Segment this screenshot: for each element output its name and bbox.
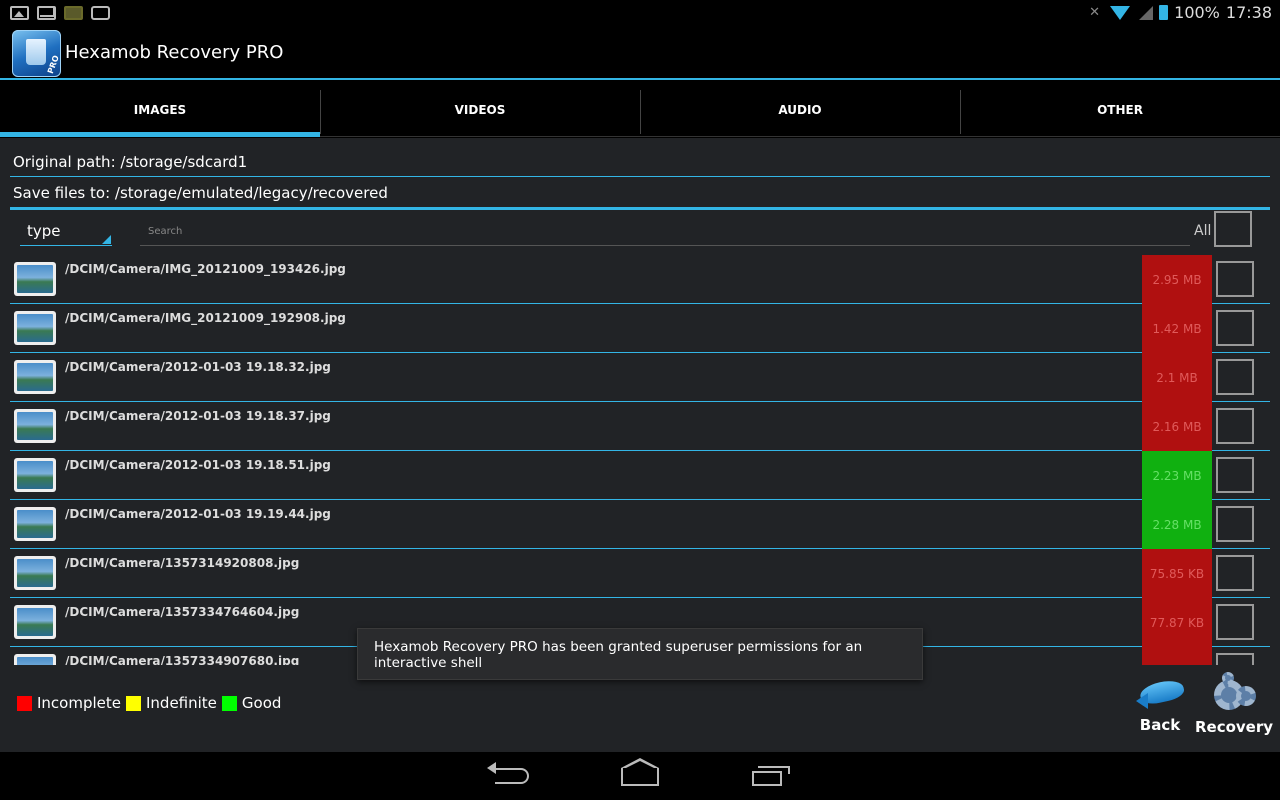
back-button-label: Back xyxy=(1139,716,1181,734)
action-bar: PRO Hexamob Recovery PRO xyxy=(0,25,1280,80)
gears-icon xyxy=(1212,672,1256,714)
file-checkbox[interactable] xyxy=(1216,457,1254,493)
search-input[interactable]: Search xyxy=(140,220,1190,246)
nav-home-icon[interactable] xyxy=(621,758,659,786)
file-size-badge: 1.42 MB xyxy=(1142,304,1212,353)
file-row[interactable]: /DCIM/Camera/2012-01-03 19.18.32.jpg 2.1… xyxy=(10,353,1270,402)
image-thumbnail-icon xyxy=(14,311,56,345)
file-checkbox[interactable] xyxy=(1216,310,1254,346)
legend-incomplete-label: Incomplete xyxy=(37,694,121,712)
good-swatch xyxy=(221,695,237,711)
file-row[interactable]: /DCIM/Camera/1357314920808.jpg 75.85 KB xyxy=(10,549,1270,598)
image-thumbnail-icon xyxy=(14,262,56,296)
file-checkbox[interactable] xyxy=(1216,653,1254,665)
file-row[interactable]: /DCIM/Camera/IMG_20121009_193426.jpg 2.9… xyxy=(10,255,1270,304)
back-arrow-icon xyxy=(1136,676,1184,710)
file-size-badge: 2.28 MB xyxy=(1142,500,1212,549)
app-notification-icon xyxy=(64,5,83,20)
file-name: /DCIM/Camera/2012-01-03 19.18.37.jpg xyxy=(65,409,331,423)
status-legend: Incomplete Indefinite Good xyxy=(17,694,281,712)
file-name: /DCIM/Camera/1357314920808.jpg xyxy=(65,556,300,570)
tab-bar: IMAGES VIDEOS AUDIO OTHER xyxy=(0,82,1280,137)
system-nav-bar xyxy=(0,752,1280,800)
app-logo-icon[interactable]: PRO xyxy=(12,30,61,77)
image-thumbnail-icon xyxy=(14,556,56,590)
back-button[interactable]: Back xyxy=(1130,676,1190,734)
screen: ✕ 100% 17:38 PRO Hexamob Recovery PRO IM… xyxy=(0,0,1280,800)
filter-row: type Search All xyxy=(0,211,1280,252)
file-row[interactable]: /DCIM/Camera/2012-01-03 19.18.37.jpg 2.1… xyxy=(10,402,1270,451)
legend-good-label: Good xyxy=(241,694,282,712)
battery-percent: 100% xyxy=(1174,3,1220,22)
file-row[interactable]: /DCIM/Camera/IMG_20121009_192908.jpg 1.4… xyxy=(10,304,1270,353)
file-checkbox[interactable] xyxy=(1216,408,1254,444)
tab-images[interactable]: IMAGES xyxy=(0,82,320,137)
image-thumbnail-icon xyxy=(14,458,56,492)
image-thumbnail-icon xyxy=(14,360,56,394)
file-size-badge: 2.95 MB xyxy=(1142,255,1212,304)
file-size-badge: 2.1 MB xyxy=(1142,353,1212,402)
file-list[interactable]: /DCIM/Camera/IMG_20121009_193426.jpg 2.9… xyxy=(10,255,1270,665)
file-size-badge: 2.23 MB xyxy=(1142,451,1212,500)
save-path[interactable]: Save files to: /storage/emulated/legacy/… xyxy=(10,178,1270,210)
indefinite-swatch xyxy=(126,695,141,711)
wifi-icon xyxy=(1109,5,1131,20)
file-name: /DCIM/Camera/2012-01-03 19.18.51.jpg xyxy=(65,458,331,472)
file-checkbox[interactable] xyxy=(1216,359,1254,395)
gallery-icon xyxy=(10,5,29,20)
mute-icon: ✕ xyxy=(1089,4,1101,20)
image-thumbnail-icon xyxy=(14,507,56,541)
file-row[interactable]: /DCIM/Camera/2012-01-03 19.19.44.jpg 2.2… xyxy=(10,500,1270,549)
battery-icon xyxy=(1159,5,1169,20)
image-thumbnail-icon xyxy=(14,409,56,443)
clock: 17:38 xyxy=(1225,3,1272,22)
tab-other[interactable]: OTHER xyxy=(960,82,1280,137)
app-title: Hexamob Recovery PRO xyxy=(65,42,284,63)
mail-icon xyxy=(37,5,56,20)
file-size-badge: 2.16 MB xyxy=(1142,402,1212,451)
bag-icon xyxy=(91,5,110,20)
file-name: /DCIM/Camera/IMG_20121009_192908.jpg xyxy=(65,311,346,325)
select-all-checkbox[interactable] xyxy=(1214,211,1252,247)
tab-audio[interactable]: AUDIO xyxy=(640,82,960,137)
file-name: /DCIM/Camera/1357334907680.jpg xyxy=(65,654,300,665)
incomplete-swatch xyxy=(17,695,32,711)
select-all-label: All xyxy=(1194,223,1212,239)
file-size-badge: 77.87 KB xyxy=(1142,598,1212,647)
original-path[interactable]: Original path: /storage/sdcard1 xyxy=(10,147,1270,177)
file-name: /DCIM/Camera/2012-01-03 19.18.32.jpg xyxy=(65,360,331,374)
file-name: /DCIM/Camera/2012-01-03 19.19.44.jpg xyxy=(65,507,331,521)
toast-message: Hexamob Recovery PRO has been granted su… xyxy=(357,628,923,680)
nav-recent-apps-icon[interactable] xyxy=(752,766,790,786)
file-name: /DCIM/Camera/1357334764604.jpg xyxy=(65,605,300,619)
file-checkbox[interactable] xyxy=(1216,261,1254,297)
legend-indefinite-label: Indefinite xyxy=(146,694,217,712)
recovery-button[interactable]: Recovery xyxy=(1194,672,1274,736)
signal-icon xyxy=(1137,5,1154,20)
image-thumbnail-icon xyxy=(14,654,56,665)
type-spinner[interactable]: type xyxy=(20,218,112,246)
tab-videos[interactable]: VIDEOS xyxy=(320,82,640,137)
file-checkbox[interactable] xyxy=(1216,604,1254,640)
file-name: /DCIM/Camera/IMG_20121009_193426.jpg xyxy=(65,262,346,276)
recovery-button-label: Recovery xyxy=(1194,718,1274,736)
nav-back-icon[interactable] xyxy=(487,762,529,784)
file-row[interactable]: /DCIM/Camera/2012-01-03 19.18.51.jpg 2.2… xyxy=(10,451,1270,500)
file-checkbox[interactable] xyxy=(1216,506,1254,542)
file-size-badge: 75.85 KB xyxy=(1142,549,1212,598)
file-size-badge xyxy=(1142,647,1212,665)
file-checkbox[interactable] xyxy=(1216,555,1254,591)
status-bar: ✕ 100% 17:38 xyxy=(0,0,1280,25)
image-thumbnail-icon xyxy=(14,605,56,639)
